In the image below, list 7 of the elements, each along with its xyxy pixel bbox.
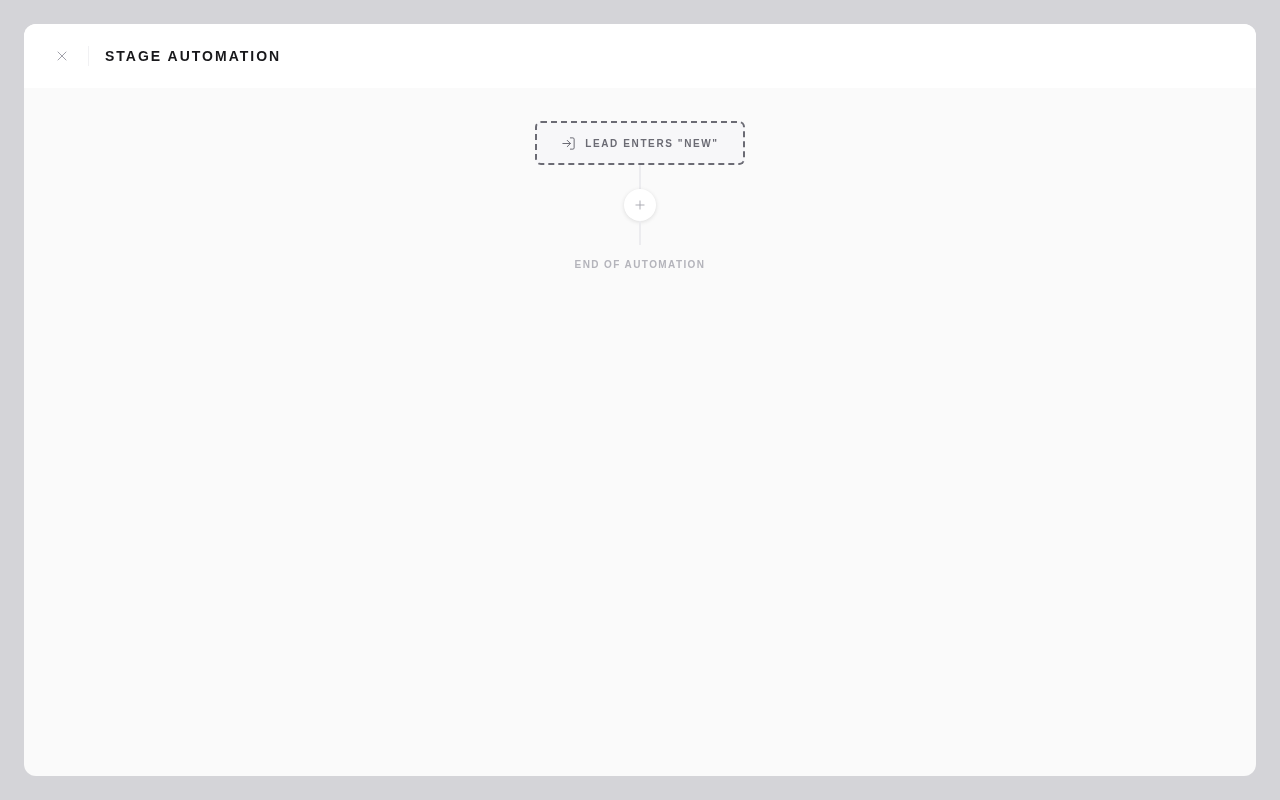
plus-icon: [633, 198, 647, 212]
add-step-button[interactable]: [624, 189, 656, 221]
trigger-node[interactable]: LEAD ENTERS "NEW": [535, 121, 745, 165]
trigger-label: LEAD ENTERS "NEW": [585, 137, 719, 149]
enter-icon: [561, 135, 577, 151]
modal-title: STAGE AUTOMATION: [105, 48, 282, 64]
end-label: END OF AUTOMATION: [574, 259, 706, 270]
